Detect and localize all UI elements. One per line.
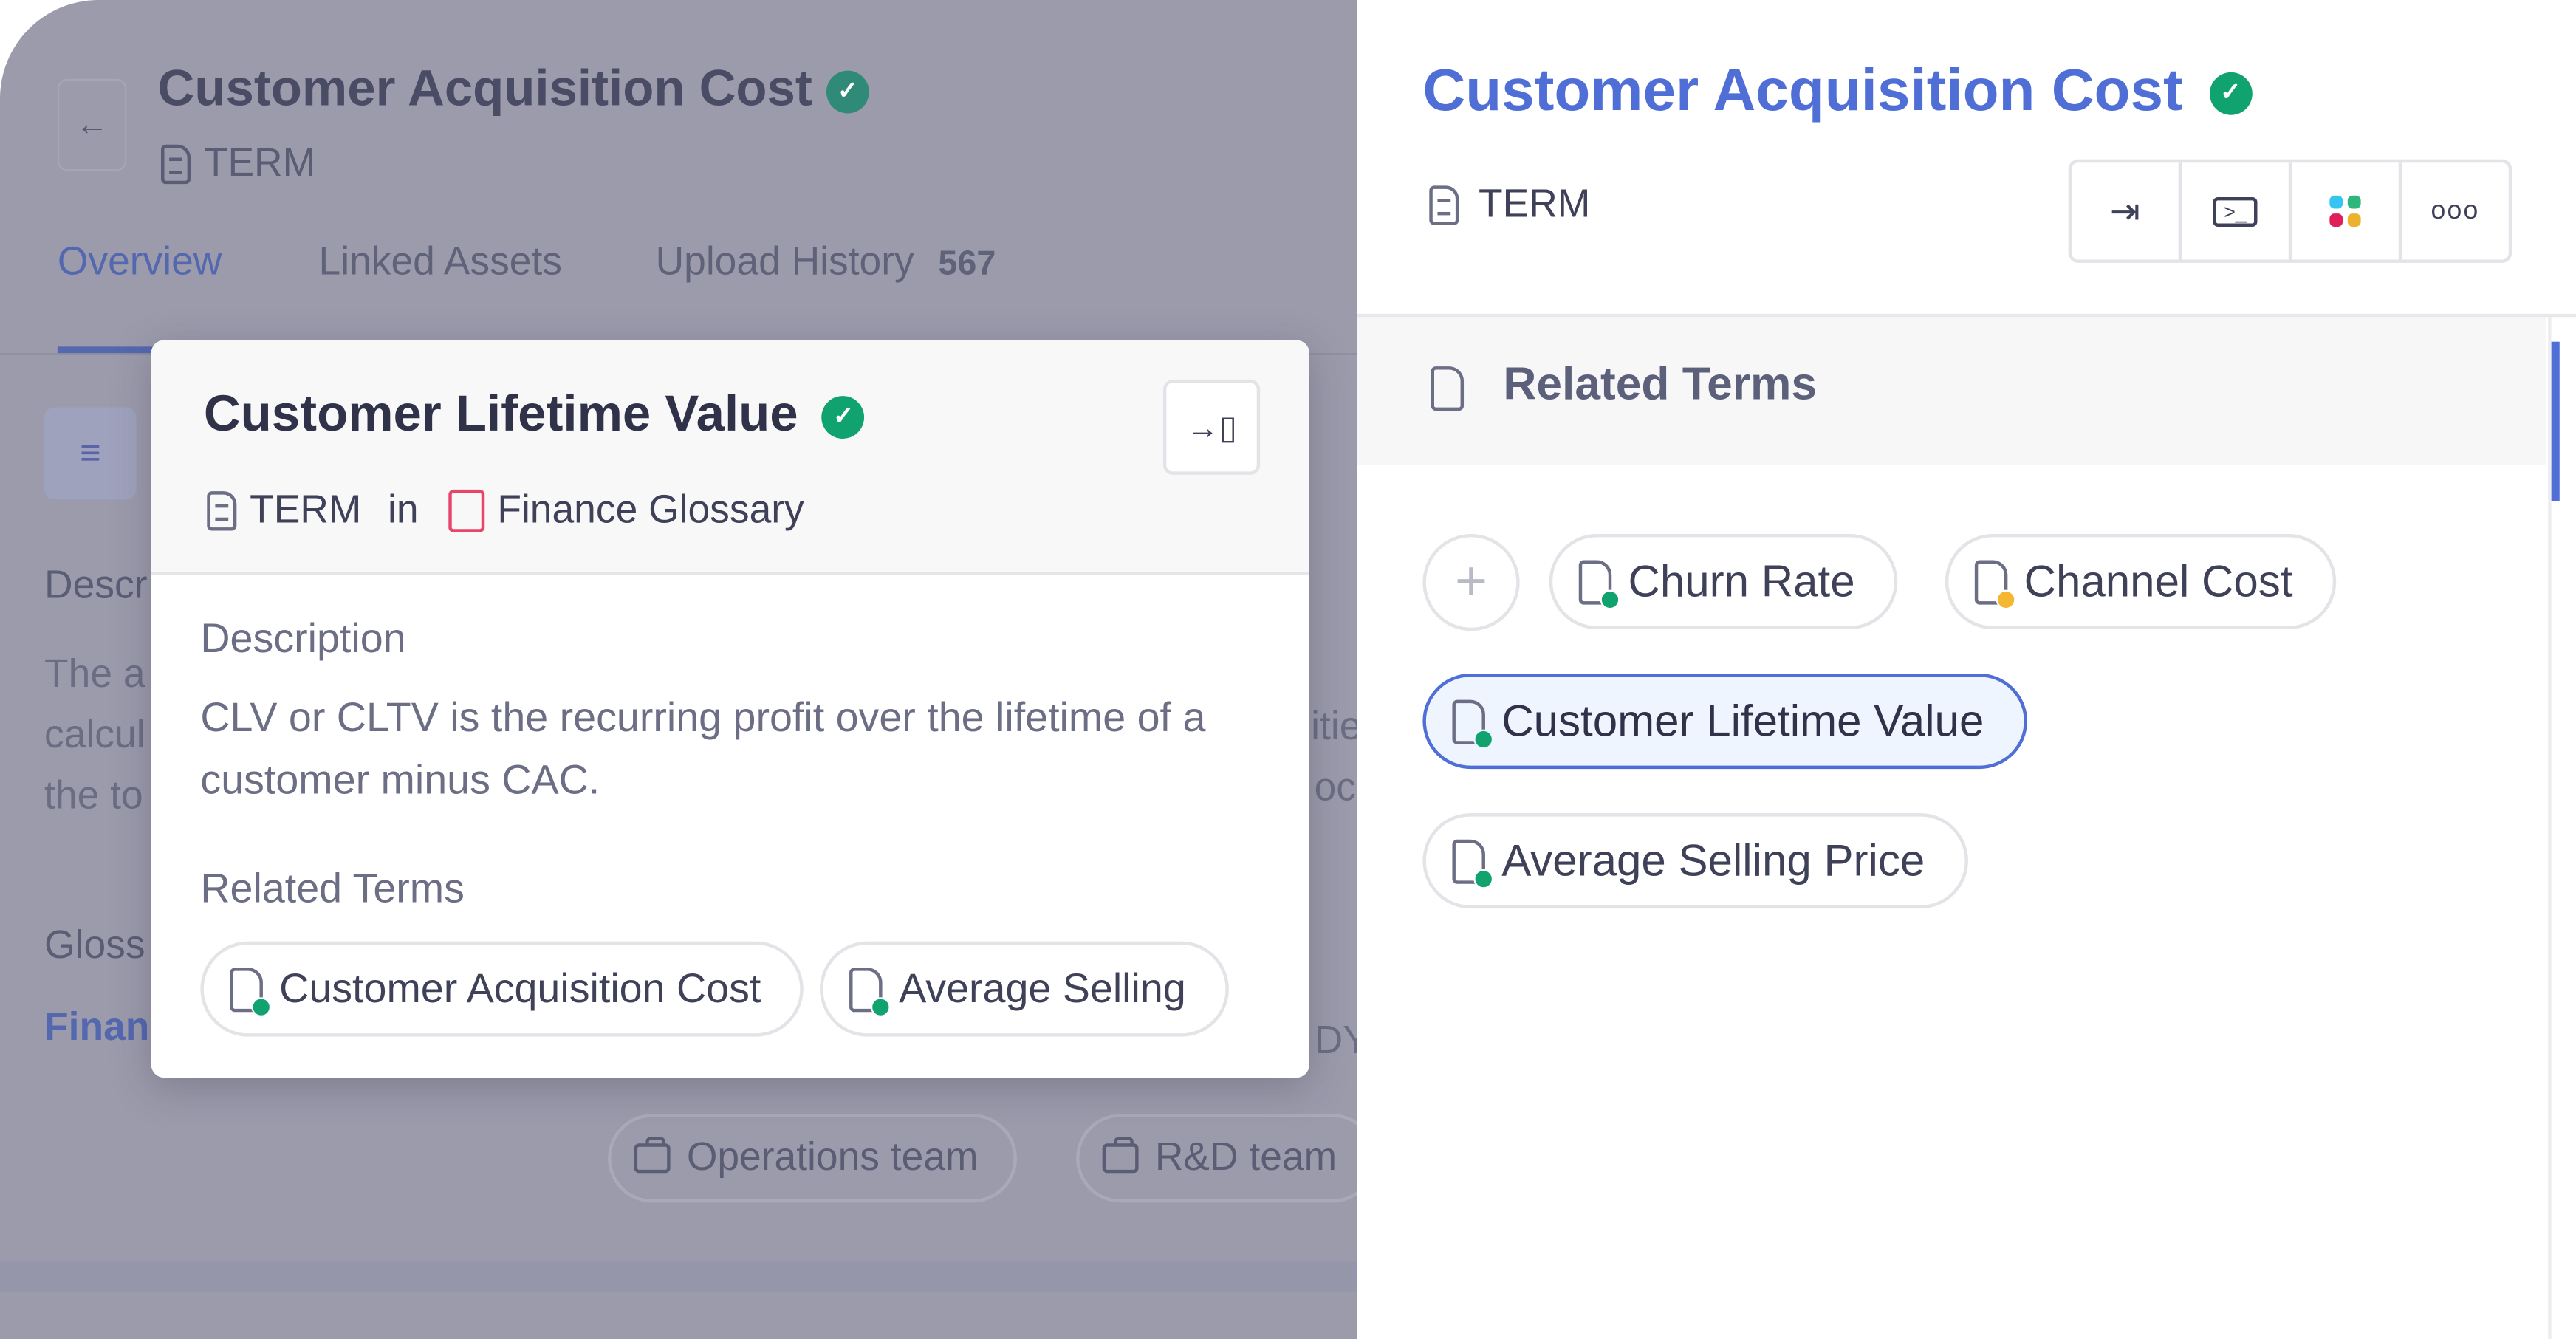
verified-icon: ✓ — [2209, 72, 2253, 116]
page-title: Customer Acquisition Cost ✓ — [158, 59, 869, 118]
type-label: TERM — [1429, 182, 1590, 228]
terminal-icon: >_ — [2212, 196, 2258, 226]
footer-strip — [0, 1261, 1357, 1292]
slack-icon — [2329, 195, 2361, 227]
description-label: Descr — [44, 564, 148, 609]
add-related-term-button[interactable]: + — [1422, 533, 1520, 631]
term-icon — [1452, 838, 1494, 888]
active-tab-indicator — [57, 346, 157, 354]
description-fragment: oc — [1314, 765, 1357, 810]
glossary-label: Gloss — [44, 923, 145, 968]
description-fragment: itie — [1311, 705, 1357, 750]
open-sidebar-icon: →▯ — [1186, 410, 1238, 446]
open-icon: ⇥ — [2109, 189, 2140, 231]
document-icon — [161, 144, 191, 185]
plus-icon: + — [1454, 550, 1488, 613]
term-icon — [1578, 559, 1620, 609]
sidebar-title[interactable]: Customer Acquisition Cost ✓ — [1422, 56, 2253, 125]
slack-button[interactable] — [2292, 162, 2402, 260]
glossary-link[interactable]: Finan — [44, 1005, 149, 1051]
related-term-chip[interactable]: Average Selling Price — [1422, 813, 1968, 909]
related-term-chip[interactable]: Average Selling — [820, 941, 1229, 1037]
scrollbar-thumb[interactable] — [2551, 341, 2560, 501]
document-icon — [207, 491, 237, 531]
related-terms-heading: Related Terms — [1503, 357, 1818, 409]
open-profile-button[interactable]: ⇥ — [2072, 162, 2182, 260]
glossary-link[interactable]: Finance Glossary — [497, 488, 804, 534]
query-button[interactable]: >_ — [2182, 162, 2292, 260]
term-icon — [1974, 559, 2016, 609]
open-in-sidebar-button[interactable]: →▯ — [1162, 379, 1261, 475]
sidebar-panel: Customer Acquisition Cost ✓ TERM ⇥ >_ oo… — [1357, 0, 2576, 1339]
related-term-chip-selected[interactable]: Customer Lifetime Value — [1422, 674, 2027, 770]
upload-count-badge: 567 — [938, 244, 996, 283]
type-label: TERM — [161, 141, 315, 187]
team-icon — [1102, 1137, 1139, 1174]
popover-title[interactable]: Customer Lifetime Value ✓ — [204, 385, 865, 444]
owner-chip[interactable]: R&D team — [1076, 1114, 1357, 1203]
term-icon — [1452, 699, 1494, 749]
tab-linked-assets[interactable]: Linked Assets — [319, 240, 562, 286]
related-term-chip[interactable]: Churn Rate — [1549, 533, 1898, 629]
popover-header — [151, 340, 1309, 575]
related-terms-list: Customer Acquisition Cost Average Sellin… — [200, 941, 1240, 1040]
tab-overview[interactable]: Overview — [58, 240, 222, 286]
description-text: CLV or CLTV is the recurring profit over… — [200, 694, 1206, 804]
readme-icon[interactable]: ≡ — [44, 407, 137, 500]
back-button[interactable]: ← — [57, 78, 127, 171]
verified-icon: ✓ — [826, 70, 869, 114]
term-icon — [230, 967, 272, 1016]
action-button-group: ⇥ >_ ooo — [2068, 159, 2512, 263]
glossary-book-icon — [448, 489, 484, 532]
term-preview-popover: Customer Lifetime Value ✓ →▯ TERM in Fin… — [151, 340, 1309, 1078]
verified-icon: ✓ — [822, 395, 865, 439]
owner-chip[interactable]: Operations team — [608, 1114, 1018, 1203]
related-term-chip[interactable]: Customer Acquisition Cost — [200, 941, 804, 1037]
popover-meta: TERM in Finance Glossary — [207, 488, 804, 534]
description-label: Description — [200, 616, 406, 662]
more-icon: ooo — [2431, 196, 2480, 225]
term-icon — [849, 967, 891, 1016]
more-button[interactable]: ooo — [2402, 162, 2509, 259]
description-text: The a calcul the to — [44, 652, 145, 818]
related-terms-label: Related Terms — [200, 866, 465, 912]
team-icon — [634, 1137, 671, 1174]
document-icon — [1429, 185, 1459, 225]
owner-fragment: DY — [1314, 1018, 1357, 1064]
arrow-left-icon: ← — [75, 106, 109, 143]
related-terms-icon — [1431, 366, 1465, 411]
related-term-chip[interactable]: Channel Cost — [1945, 533, 2336, 629]
tab-upload-history[interactable]: Upload History 567 — [656, 240, 996, 286]
